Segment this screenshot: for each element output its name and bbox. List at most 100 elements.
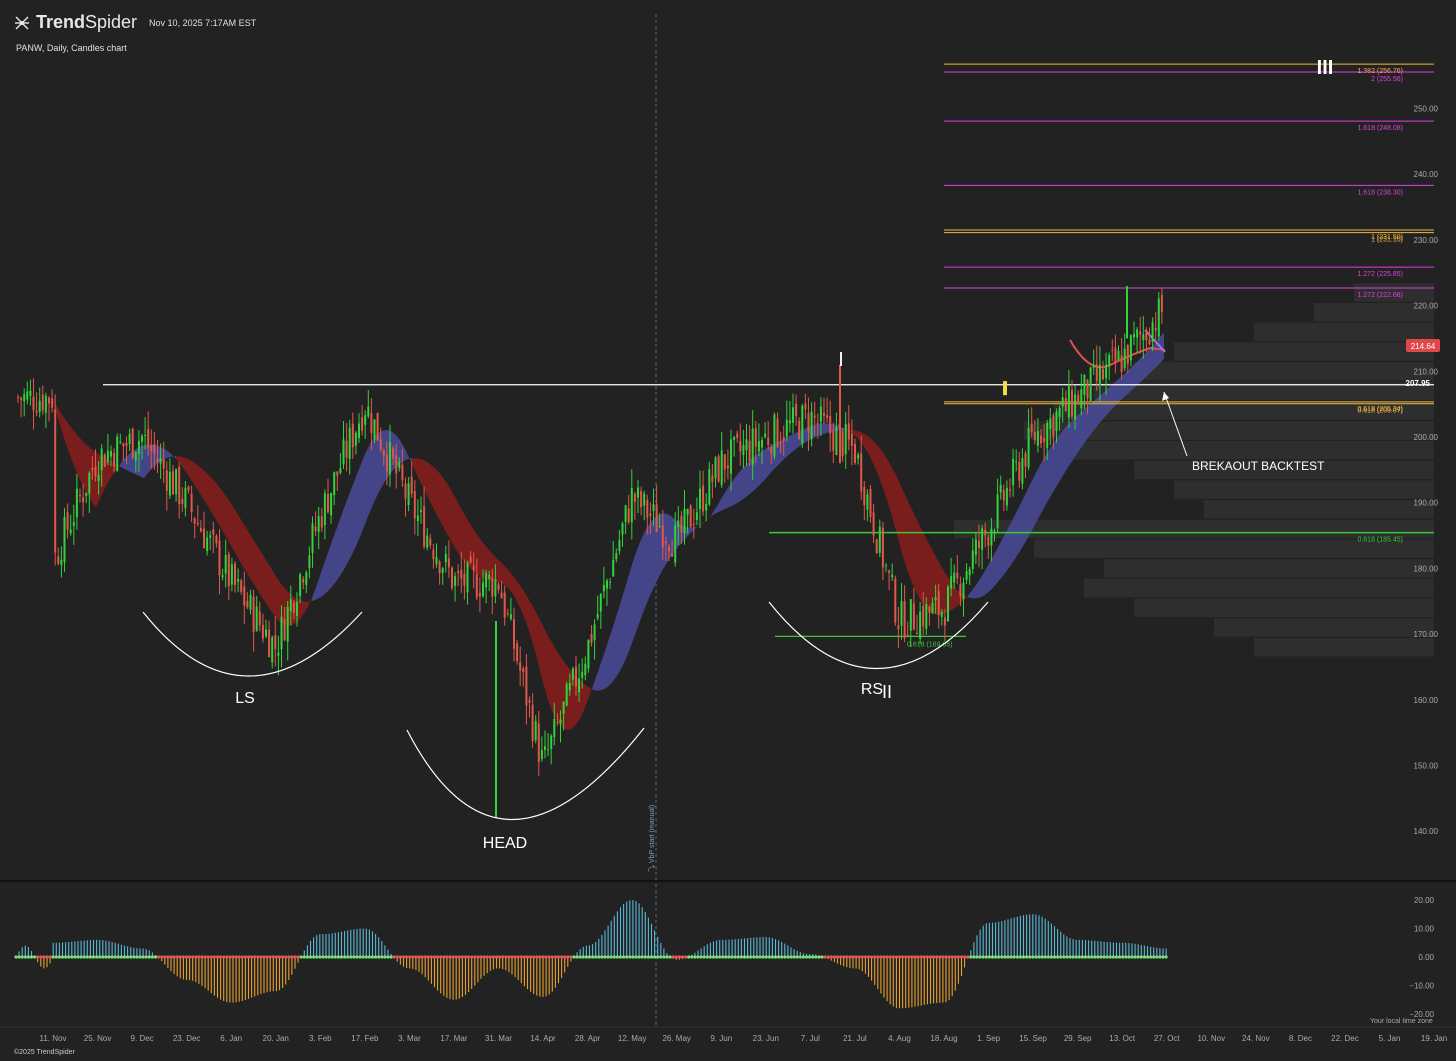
ribbon-segment (416, 458, 420, 482)
osc-zero-dot (231, 955, 235, 959)
osc-zero-dot (808, 955, 812, 959)
ribbon-segment (824, 423, 828, 434)
osc-zero-dot (259, 955, 263, 959)
x-tick-label: 21. Jul (843, 1034, 867, 1043)
ribbon-segment (644, 526, 648, 611)
osc-zero-dot (746, 955, 750, 959)
candle-body (764, 433, 767, 438)
ribbon-segment (896, 475, 900, 547)
osc-tick-label: 0.00 (1418, 953, 1434, 962)
candle-body (1126, 345, 1129, 365)
candle-body (420, 510, 422, 513)
candle-body (103, 454, 106, 467)
candle-body (714, 457, 717, 479)
level-207-label: 207.95 (1406, 379, 1431, 388)
x-tick-label: 28. Apr (575, 1034, 601, 1043)
chart-canvas[interactable]: 1.382 (256.76)2 (255.56)1.618 (248.08)1.… (0, 0, 1456, 1061)
ribbon-segment (464, 513, 468, 566)
candle-body (717, 456, 720, 482)
osc-zero-dot (45, 955, 49, 959)
candle-body (959, 583, 962, 596)
ribbon-segment (500, 561, 504, 585)
candle-body (153, 444, 156, 454)
candle-body (785, 419, 788, 437)
osc-zero-dot (529, 955, 533, 959)
ribbon-segment (456, 498, 460, 556)
candle-body (1160, 294, 1163, 313)
candle-body (379, 439, 382, 450)
candle-body (485, 572, 488, 588)
osc-zero-dot (504, 955, 508, 959)
candle-body (816, 422, 819, 424)
osc-zero-dot (777, 955, 781, 959)
ribbon-segment (792, 432, 796, 453)
ribbon-segment (60, 411, 64, 438)
ribbon-segment (440, 473, 444, 529)
osc-zero-dot (879, 955, 883, 959)
osc-zero-dot (293, 955, 297, 959)
osc-zero-dot (1052, 955, 1057, 959)
candle-body (395, 455, 398, 474)
osc-zero-dot (922, 955, 926, 959)
trendspider-logo-icon (15, 16, 29, 29)
osc-zero-dot (547, 955, 551, 959)
osc-zero-dot (597, 955, 601, 959)
osc-zero-dot (377, 955, 381, 959)
candle-body (122, 442, 125, 447)
osc-zero-dot (122, 955, 127, 959)
ribbon-segment (460, 506, 464, 562)
osc-zero-dot (758, 955, 762, 959)
candle-body (475, 574, 478, 598)
osc-zero-dot (1161, 955, 1165, 959)
candle-body (376, 412, 379, 441)
osc-zero-dot (215, 955, 220, 959)
ribbon-segment (1048, 445, 1052, 501)
osc-zero-dot (1009, 955, 1013, 959)
candle-body (203, 528, 205, 549)
osc-zero-dot (894, 955, 899, 959)
osc-zero-dot (181, 955, 185, 959)
ribbon-segment (508, 569, 512, 593)
candle-body (885, 565, 887, 567)
osc-zero-dot (696, 955, 700, 959)
osc-zero-dot (1093, 955, 1097, 959)
ribbon-segment (324, 552, 328, 595)
ribbon-segment (164, 448, 168, 460)
fib-label: 1.272 (222.68) (1357, 292, 1403, 299)
osc-zero-dot (1028, 955, 1032, 959)
ribbon-segment (544, 627, 548, 700)
candle-body (389, 442, 391, 475)
candle-body (509, 614, 512, 620)
ribbon-segment (900, 483, 904, 560)
ribbon-segment (592, 677, 596, 691)
candle-body (956, 572, 959, 579)
brand-bold: Trend (36, 12, 86, 32)
osc-zero-dot (609, 955, 613, 959)
candle-body (596, 613, 599, 619)
candle-body (556, 722, 559, 724)
osc-zero-dot (51, 955, 55, 959)
candle-body (212, 529, 215, 535)
candle-body (888, 570, 891, 573)
ribbon-segment (260, 550, 264, 601)
osc-zero-dot (1149, 955, 1153, 959)
candle-body (404, 483, 407, 499)
x-tick-label: 29. Sep (1064, 1034, 1092, 1043)
osc-zero-dot (129, 955, 133, 959)
brand-light: Spider (85, 12, 138, 32)
candle-body (252, 596, 255, 633)
ribbon-segment (720, 494, 724, 512)
osc-zero-dot (101, 955, 105, 959)
x-tick-label: 27. Oct (1154, 1034, 1181, 1043)
osc-zero-dot (584, 955, 589, 959)
osc-zero-dot (17, 955, 21, 959)
osc-zero-dot (104, 955, 108, 959)
osc-zero-dot (535, 955, 539, 959)
osc-zero-dot (1090, 955, 1094, 959)
ribbon-segment (340, 508, 344, 576)
fib-label: 1 (231.10) (1371, 237, 1403, 244)
candle-body (630, 487, 633, 523)
candle-body (708, 469, 711, 505)
candle-body (720, 450, 723, 485)
candle-body (804, 403, 807, 409)
